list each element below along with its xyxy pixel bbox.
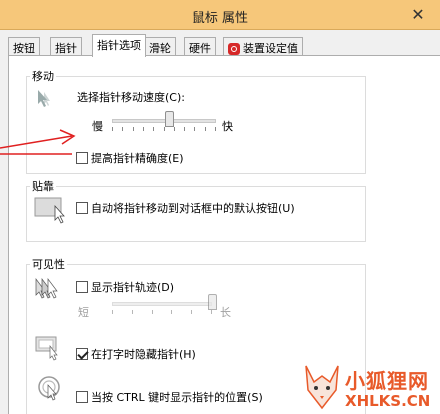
tab-device-settings[interactable]: 装置设定值: [223, 37, 303, 56]
red-device-icon: [228, 43, 240, 55]
ctrl-locate-checkbox[interactable]: 当按 CTRL 键时显示指针的位置(S): [76, 389, 263, 405]
annotation-arrow: [0, 129, 76, 155]
watermark-title: 小狐狸网: [345, 369, 429, 393]
pointer-trails-icon: [35, 277, 58, 299]
tab-strip: 按钮 指针 指针选项 滑轮 硬件 装置设定值: [8, 34, 440, 57]
slider-tick: [131, 310, 133, 314]
slow-label: 慢: [92, 120, 103, 133]
tab-pointer-options[interactable]: 指针选项: [92, 34, 146, 57]
slider-tick: [142, 127, 144, 131]
trails-slider-ticks: [112, 310, 212, 314]
slider-tick: [184, 127, 186, 131]
slider-tick: [112, 310, 113, 314]
slider-tick: [153, 127, 155, 131]
close-icon[interactable]: ✕: [408, 5, 428, 25]
trails-label: 显示指针轨迹(D): [91, 281, 175, 294]
slider-tick: [171, 310, 173, 314]
snap-box[interactable]: [76, 202, 88, 214]
snap-group-label: 贴靠: [30, 178, 56, 194]
slider-tick: [204, 127, 206, 131]
trails-checkbox[interactable]: 显示指针轨迹(D): [76, 279, 174, 295]
precision-checkbox[interactable]: 提高指针精确度(E): [76, 150, 184, 166]
tab-device-settings-label: 装置设定值: [243, 42, 298, 55]
title-bar: 鼠标 属性 ✕: [0, 0, 440, 30]
window-title: 鼠标 属性: [191, 11, 249, 26]
ctrl-locate-label: 当按 CTRL 键时显示指针的位置(S): [91, 391, 263, 404]
tab-hardware[interactable]: 硬件: [184, 37, 216, 56]
slider-tick: [211, 310, 212, 314]
snap-label: 自动将指针移动到对话框中的默认按钮(U): [91, 202, 295, 215]
long-label: 长: [220, 306, 231, 319]
speed-slider-ticks: [112, 127, 216, 131]
slider-tick: [151, 310, 153, 314]
trails-slider-track[interactable]: [112, 302, 212, 306]
short-label: 短: [78, 306, 89, 319]
snap-checkbox[interactable]: 自动将指针移动到对话框中的默认按钮(U): [76, 200, 295, 216]
trails-box[interactable]: [76, 281, 88, 293]
precision-label: 提高指针精确度(E): [91, 152, 184, 165]
ctrl-locate-box[interactable]: [76, 391, 88, 403]
watermark-url: XHLKS.CN: [345, 392, 431, 410]
slider-tick: [122, 127, 124, 131]
slider-tick: [215, 127, 216, 131]
slider-tick: [173, 127, 175, 131]
speed-slider-thumb[interactable]: [164, 111, 174, 127]
snap-icon: [34, 197, 65, 224]
fox-logo-icon: [305, 365, 339, 410]
ctrl-locate-icon: [38, 376, 60, 401]
slider-tick: [132, 127, 134, 131]
hide-while-typing-checkbox[interactable]: 在打字时隐藏指针(H): [76, 346, 196, 362]
hide-while-typing-box[interactable]: [76, 348, 88, 360]
visibility-group-label: 可见性: [30, 256, 67, 272]
slider-tick: [112, 127, 113, 131]
fast-label: 快: [222, 120, 233, 133]
motion-group-label: 移动: [30, 68, 56, 84]
trails-slider-thumb[interactable]: [207, 294, 217, 310]
tab-buttons[interactable]: 按钮: [8, 37, 40, 56]
slider-tick: [194, 127, 196, 131]
hide-pointer-icon: [35, 336, 58, 361]
slider-tick: [191, 310, 193, 314]
pointer-speed-icon: [38, 90, 50, 107]
speed-label: 选择指针移动速度(C):: [77, 91, 185, 104]
tab-pointers[interactable]: 指针: [50, 37, 82, 56]
tab-wheel[interactable]: 滑轮: [144, 37, 176, 56]
slider-tick: [163, 127, 165, 131]
hide-while-typing-label: 在打字时隐藏指针(H): [91, 348, 196, 361]
